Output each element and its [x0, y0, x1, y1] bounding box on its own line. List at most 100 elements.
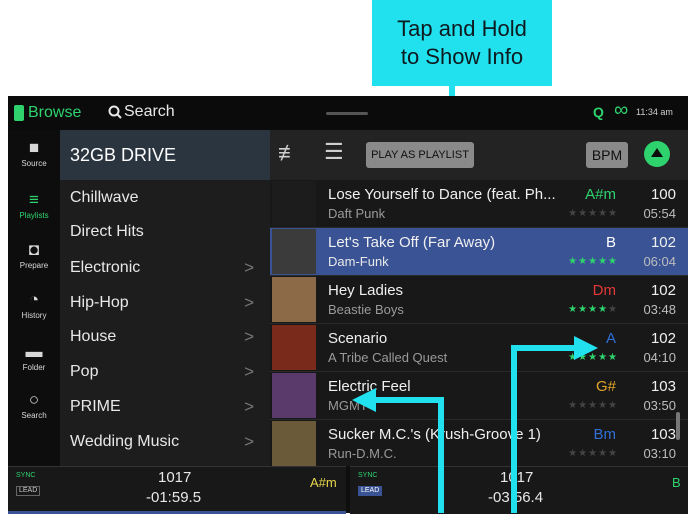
track-rating[interactable]: ★★★★★ — [568, 448, 618, 459]
arrow-right-icon — [574, 336, 598, 360]
crate-item[interactable]: Wedding Music > — [70, 432, 260, 451]
deck-right[interactable]: SYNC LEAD 1017 -03:56.4 B — [350, 466, 688, 514]
track-row[interactable]: Sucker M.C.'s (Krush-Groove 1) Run-D.M.C.… — [270, 420, 688, 468]
folder-icon: ▬ — [25, 342, 43, 361]
browse-icon — [14, 105, 24, 121]
nav-folder[interactable]: ▬ Folder — [8, 342, 60, 372]
list-icon[interactable]: ☰ — [324, 139, 344, 165]
nav-history[interactable]: ◔ History — [8, 290, 60, 320]
track-title: Lose Yourself to Dance (feat. Ph... — [328, 186, 556, 203]
track-row[interactable]: Hey Ladies Beastie Boys Dm ★★★★★ 102 03:48 — [270, 276, 688, 324]
crate-item[interactable]: Hip-Hop > — [70, 293, 260, 312]
track-bpm: 102 — [650, 234, 676, 251]
sync-label[interactable]: SYNC — [16, 472, 35, 480]
chevron-right-icon: > — [244, 327, 254, 346]
deck-key: A#m — [310, 475, 337, 490]
deck-time: -01:59.5 — [146, 489, 202, 506]
nav-source[interactable]: ■ Source — [8, 138, 60, 168]
nav-source-label: Source — [21, 159, 47, 168]
track-time: 03:10 — [643, 446, 676, 461]
track-row[interactable]: Electric Feel MGMT G# ★★★★★ 103 03:50 — [270, 372, 688, 420]
deck-bpm: 1017 — [158, 469, 192, 486]
deck-key: B — [672, 475, 681, 490]
track-time: 05:54 — [643, 206, 676, 221]
track-row[interactable]: Lose Yourself to Dance (feat. Ph... Daft … — [270, 180, 688, 228]
nav-folder-label: Folder — [22, 363, 46, 372]
crate-item[interactable]: PRIME > — [70, 397, 260, 416]
chevron-right-icon: > — [244, 362, 254, 381]
track-time: 03:48 — [643, 302, 676, 317]
bpm-sort-button[interactable]: BPM — [586, 142, 628, 168]
top-bar: Browse Search Q ∞ 11:34 am — [8, 96, 688, 130]
pointer-line-art-h — [372, 397, 444, 403]
nav-playlists-label: Playlists — [19, 211, 49, 220]
track-artist: Daft Punk — [328, 206, 386, 221]
track-rating[interactable]: ★★★★★ — [568, 304, 618, 315]
track-title: Scenario — [328, 330, 388, 347]
track-row[interactable]: Scenario A Tribe Called Quest A ★★★★★ 102 04:… — [270, 324, 688, 372]
nav-prepare[interactable]: ◘ Prepare — [8, 240, 60, 270]
sort-up-icon[interactable] — [644, 141, 670, 167]
track-rating[interactable]: ★★★★★ — [568, 208, 618, 219]
device-screen: Browse Search Q ∞ 11:34 am ■ Source ≡ Pl… — [8, 96, 688, 514]
browse-label[interactable]: Browse — [28, 104, 81, 122]
view-handle[interactable] — [326, 112, 368, 115]
nav-prepare-label: Prepare — [19, 261, 49, 270]
track-time: 03:50 — [643, 398, 676, 413]
search-label[interactable]: Search — [124, 103, 175, 121]
crate-item[interactable]: Direct Hits — [70, 223, 260, 241]
clock: 11:34 am — [636, 107, 673, 117]
chevron-right-icon: > — [244, 397, 254, 416]
lead-label[interactable]: LEAD — [358, 486, 383, 496]
track-artist: Dam-Funk — [328, 254, 389, 269]
track-key: A#m — [585, 186, 616, 203]
track-title: Let's Take Off (Far Away) — [328, 234, 496, 251]
prepare-icon: ◘ — [28, 240, 40, 259]
quantize-indicator: Q — [593, 104, 604, 120]
track-bpm: 100 — [650, 186, 676, 203]
track-key: A — [605, 330, 616, 347]
chevron-right-icon: > — [244, 293, 254, 312]
track-key: Bm — [593, 426, 617, 443]
album-art[interactable] — [272, 421, 316, 466]
lead-label[interactable]: LEAD — [16, 486, 41, 496]
edit-icon[interactable]: ≢ — [278, 140, 300, 166]
source-header[interactable]: 32GB DRIVE — [60, 130, 270, 180]
track-bpm: 102 — [650, 282, 676, 299]
sync-label[interactable]: SYNC — [358, 472, 377, 480]
track-rating[interactable]: ★★★★★ — [568, 400, 618, 411]
nav-search-label: Search — [21, 411, 47, 420]
crate-list: 32GB DRIVE Chillwave Direct Hits Electro… — [60, 130, 270, 466]
arrow-left-icon — [352, 388, 376, 412]
deck-left[interactable]: SYNC LEAD 1017 -01:59.5 A#m — [8, 466, 346, 514]
track-time: 04:10 — [643, 350, 676, 365]
track-rating[interactable]: ★★★★★ — [568, 256, 618, 267]
loop-icon: ∞ — [614, 99, 629, 121]
album-art[interactable] — [272, 277, 316, 322]
album-art[interactable] — [272, 325, 316, 370]
play-as-playlist-button[interactable]: PLAY AS PLAYLIST — [366, 142, 474, 168]
scrollbar[interactable] — [676, 412, 680, 440]
left-nav: ■ Source ≡ Playlists ◘ Prepare ◔ History… — [8, 130, 60, 466]
crate-item[interactable]: Pop > — [70, 362, 260, 381]
nav-history-label: History — [21, 311, 47, 320]
album-art[interactable] — [272, 181, 316, 226]
crate-item[interactable]: Chillwave — [70, 189, 260, 207]
track-row[interactable]: Let's Take Off (Far Away) Dam-Funk B ★★★★★ 1… — [270, 228, 688, 276]
album-art[interactable] — [272, 229, 316, 274]
track-artist: A Tribe Called Quest — [328, 350, 448, 365]
nav-playlists[interactable]: ≡ Playlists — [8, 190, 60, 220]
clock-icon: ◔ — [28, 290, 40, 309]
deck-strip: SYNC LEAD 1017 -01:59.5 A#m SYNC LEAD 10… — [8, 466, 688, 514]
nav-search[interactable]: ○ Search — [8, 390, 60, 420]
crate-item[interactable]: Electronic > — [70, 258, 260, 277]
callout-line-2: to Show Info — [400, 44, 524, 69]
search-icon[interactable] — [108, 105, 122, 119]
track-time: 06:04 — [643, 254, 676, 269]
crate-item[interactable]: House > — [70, 327, 260, 346]
track-bpm: 102 — [650, 330, 676, 347]
track-bpm: 103 — [650, 426, 676, 443]
album-art[interactable] — [272, 373, 316, 418]
track-key: G# — [595, 378, 616, 395]
chevron-right-icon: > — [244, 258, 254, 277]
